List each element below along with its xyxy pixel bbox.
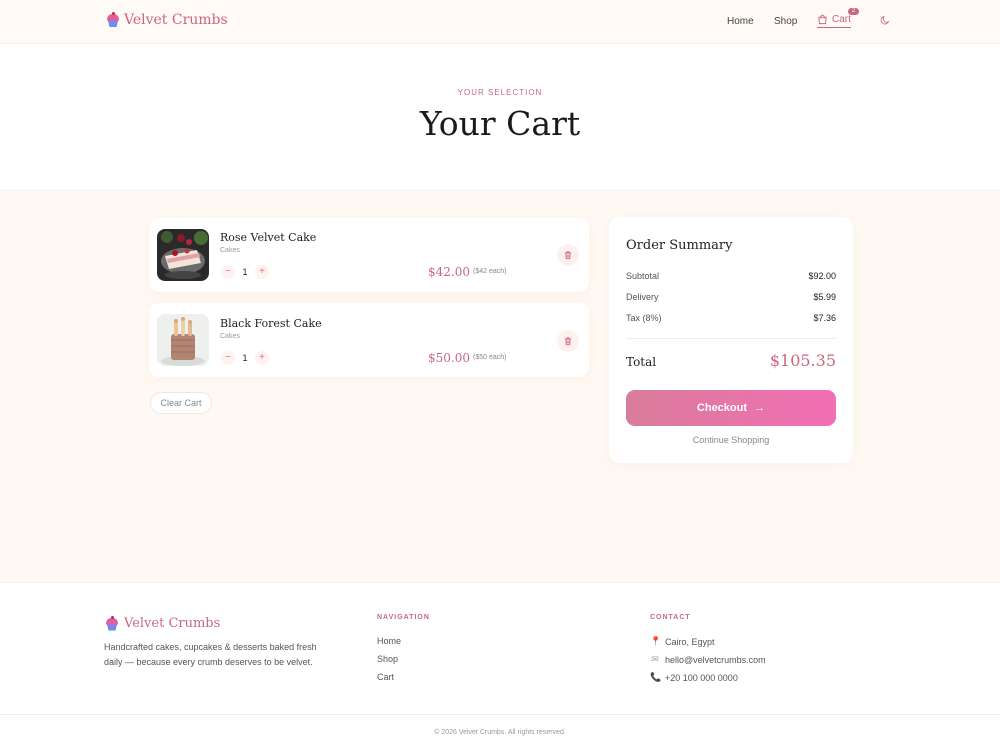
decrease-quantity-button[interactable]: −	[221, 351, 235, 365]
tax-value: $7.36	[813, 313, 836, 323]
brand-name: Velvet Crumbs	[124, 12, 228, 28]
nav-cart-label: Cart	[832, 14, 851, 25]
item-name: Rose Velvet Cake	[220, 231, 317, 244]
item-category: Cakes	[220, 333, 240, 340]
footer-description: Handcrafted cakes, cupcakes & desserts b…	[104, 642, 317, 667]
cupcake-icon	[106, 615, 118, 631]
checkout-button[interactable]: Checkout →	[626, 390, 836, 426]
phone-icon: 📞	[650, 672, 662, 682]
tax-row: Tax (8%) $7.36	[626, 313, 836, 323]
footer-link-home[interactable]: Home	[377, 636, 401, 646]
order-summary-card: Order Summary Subtotal $92.00 Delivery $…	[609, 217, 853, 463]
summary-divider	[626, 338, 836, 339]
clear-cart-button[interactable]: Clear Cart	[150, 392, 212, 414]
page-title: Your Cart	[419, 104, 581, 143]
footer-contact-heading: CONTACT	[650, 614, 691, 621]
hero-eyebrow: YOUR SELECTION	[457, 88, 543, 97]
total-value: $105.35	[769, 351, 836, 370]
increase-quantity-button[interactable]: +	[255, 351, 269, 365]
quantity-stepper: − 1 +	[221, 351, 269, 365]
contact-phone-text: +20 100 000 0000	[665, 672, 738, 683]
envelope-icon: ✉	[651, 654, 659, 664]
subtotal-row: Subtotal $92.00	[626, 271, 836, 281]
decrease-quantity-button[interactable]: −	[221, 265, 235, 279]
trash-icon	[565, 337, 571, 346]
item-category: Cakes	[220, 247, 240, 254]
nav-home-link[interactable]: Home	[727, 16, 754, 27]
remove-item-button[interactable]	[557, 330, 579, 352]
moon-icon[interactable]	[880, 15, 890, 25]
black-forest-cake-image	[157, 314, 209, 366]
cupcake-icon	[107, 12, 119, 27]
footer-brand[interactable]: Velvet Crumbs	[106, 615, 221, 631]
contact-email-text: hello@velvetcrumbs.com	[665, 654, 766, 665]
nav-cart-link[interactable]: Cart	[817, 14, 851, 28]
delivery-value: $5.99	[813, 292, 836, 302]
footer-link-shop[interactable]: Shop	[377, 654, 398, 664]
map-pin-icon: 📍	[650, 636, 662, 646]
cart-item: Black Forest Cake Cakes − 1 + $50.00 ($5…	[149, 303, 589, 377]
total-label: Total	[626, 355, 657, 369]
arrow-right-icon: →	[754, 402, 766, 414]
copyright-text: © 2026 Velvet Crumbs. All rights reserve…	[0, 714, 1000, 736]
footer: Velvet Crumbs Handcrafted cakes, cupcake…	[0, 582, 1000, 751]
footer-link-cart[interactable]: Cart	[377, 672, 394, 682]
rose-velvet-cake-image	[157, 229, 209, 281]
contact-location: 📍 Cairo, Egypt	[650, 636, 715, 647]
nav-shop-link[interactable]: Shop	[774, 16, 797, 27]
trash-icon	[565, 251, 571, 260]
delivery-label: Delivery	[626, 292, 659, 302]
item-name: Black Forest Cake	[220, 317, 322, 330]
remove-item-button[interactable]	[557, 244, 579, 266]
subtotal-value: $92.00	[808, 271, 836, 281]
contact-email[interactable]: ✉ hello@velvetcrumbs.com	[650, 654, 766, 665]
tax-label: Tax (8%)	[626, 313, 662, 323]
delivery-row: Delivery $5.99	[626, 292, 836, 302]
increase-quantity-button[interactable]: +	[255, 265, 269, 279]
shopping-bag-icon	[818, 14, 827, 25]
order-summary-title: Order Summary	[626, 238, 733, 253]
item-unit-price: ($50 each)	[473, 354, 507, 361]
item-price: $42.00	[428, 265, 470, 279]
item-price: $50.00	[428, 351, 470, 365]
brand-logo[interactable]: Velvet Crumbs	[107, 12, 228, 28]
footer-brand-name: Velvet Crumbs	[124, 616, 221, 631]
continue-shopping-link[interactable]: Continue Shopping	[609, 435, 853, 445]
quantity-value: 1	[242, 267, 248, 277]
subtotal-label: Subtotal	[626, 271, 660, 281]
cart-item: Rose Velvet Cake Cakes − 1 + $42.00 ($42…	[149, 218, 589, 292]
quantity-value: 1	[242, 353, 248, 363]
contact-phone[interactable]: 📞 +20 100 000 0000	[650, 672, 738, 683]
footer-nav-heading: NAVIGATION	[377, 614, 430, 621]
top-nav: Velvet Crumbs Home Shop Cart 2	[0, 0, 1000, 44]
contact-location-text: Cairo, Egypt	[665, 636, 715, 647]
quantity-stepper: − 1 +	[221, 265, 269, 279]
item-unit-price: ($42 each)	[473, 268, 507, 275]
checkout-label: Checkout	[696, 402, 748, 414]
cart-count-badge: 2	[848, 8, 859, 15]
